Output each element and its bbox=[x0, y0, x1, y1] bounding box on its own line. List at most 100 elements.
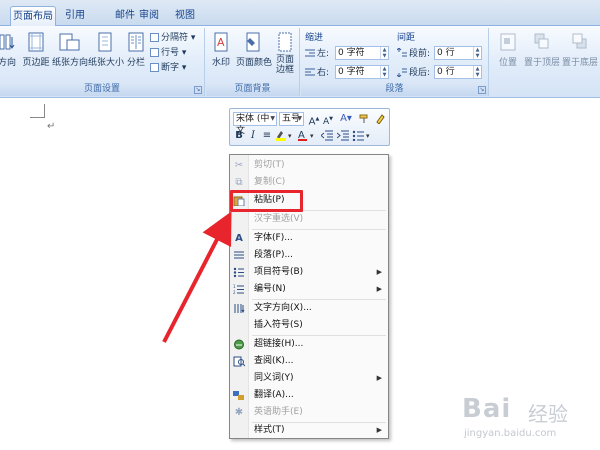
bold-button[interactable]: B bbox=[233, 129, 245, 143]
menu-item-cut[interactable]: ✂ 剪切(T) bbox=[230, 157, 388, 174]
spacing-title: 间距 bbox=[397, 33, 416, 43]
italic-button[interactable]: I bbox=[247, 129, 259, 143]
margins-button[interactable]: 页边距 bbox=[22, 30, 50, 80]
word-window: 页面布局 引用 邮件 审阅 视图 方向 页边距 纸张方向 纸张大小 分栏 分隔符… bbox=[0, 0, 600, 450]
margins-icon bbox=[28, 32, 44, 52]
columns-button[interactable]: 分栏 bbox=[124, 30, 148, 80]
copy-icon: ⧉ bbox=[235, 177, 243, 188]
indent-right-row: 右: 0 字符 ▲ ▼ bbox=[305, 65, 391, 79]
font-name-select[interactable]: 宋体 (中文 ▼ bbox=[233, 112, 277, 136]
page-color-button[interactable]: 页面颜色 bbox=[236, 30, 272, 80]
hyphenation-button[interactable]: 断字 ▾ bbox=[150, 61, 186, 75]
tab-references[interactable]: 引用 bbox=[62, 6, 88, 26]
menu-item-translate[interactable]: 翻译(A)... bbox=[230, 387, 388, 404]
font-size-select[interactable]: 五号 ▼ bbox=[279, 112, 304, 126]
tab-view[interactable]: 视图 bbox=[170, 6, 200, 26]
menu-item-styles[interactable]: 样式(T) ▶ bbox=[230, 422, 388, 439]
ribbon-tab-bar: 页面布局 引用 邮件 审阅 视图 bbox=[0, 0, 600, 27]
paragraph-label: 段落 bbox=[301, 82, 488, 96]
menu-item-hyperlink[interactable]: 超链接(H)... bbox=[230, 336, 388, 353]
numbering-icon: 12 bbox=[233, 284, 245, 295]
watermark-button[interactable]: A 水印 bbox=[208, 30, 234, 80]
group-page-setup: 方向 页边距 纸张方向 纸张大小 分栏 分隔符 ▾ 行号 ▾ 断字 ▾ 页面设置 bbox=[0, 28, 205, 96]
svg-text:▾: ▾ bbox=[366, 132, 370, 140]
increase-indent-icon[interactable] bbox=[336, 129, 350, 143]
text-highlight-icon[interactable]: ▾ bbox=[275, 129, 295, 143]
page-background-label: 页面背景 bbox=[206, 82, 299, 96]
menu-item-insert-symbol[interactable]: 插入符号(S) bbox=[230, 317, 388, 334]
page-setup-label: 页面设置 bbox=[0, 82, 204, 96]
line-numbers-icon bbox=[150, 48, 159, 57]
shrink-font-icon[interactable]: A▼ bbox=[322, 112, 334, 127]
line-numbers-button[interactable]: 行号 ▾ bbox=[150, 46, 186, 60]
breaks-button[interactable]: 分隔符 ▾ bbox=[150, 31, 195, 45]
spacing-before-icon bbox=[396, 46, 407, 58]
page-color-icon bbox=[246, 32, 260, 52]
chevron-down-icon: ▼ bbox=[270, 115, 275, 122]
hyphenation-icon bbox=[150, 63, 159, 72]
page-borders-icon bbox=[278, 32, 292, 52]
group-page-background: A 水印 页面颜色 页面 边框 页面背景 bbox=[206, 28, 300, 96]
page-borders-button[interactable]: 页面 边框 bbox=[272, 30, 298, 80]
menu-item-reconvert[interactable]: 汉字重选(V) bbox=[230, 211, 388, 228]
submenu-arrow-icon: ▶ bbox=[376, 426, 382, 434]
paragraph-mark: ↵ bbox=[47, 121, 56, 132]
position-icon bbox=[500, 33, 516, 51]
menu-item-paragraph[interactable]: 段落(P)... bbox=[230, 247, 388, 264]
tab-page-layout[interactable]: 页面布局 bbox=[10, 6, 56, 27]
spin-arrows-icon[interactable]: ▲ ▼ bbox=[380, 47, 388, 59]
center-align-button[interactable]: ≡ bbox=[261, 129, 273, 143]
send-to-back-icon bbox=[572, 33, 587, 49]
decrease-indent-icon[interactable] bbox=[320, 129, 334, 143]
paper-orientation-button[interactable]: 纸张方向 bbox=[52, 30, 88, 80]
indent-right-icon bbox=[305, 67, 315, 77]
svg-text:A: A bbox=[217, 36, 225, 49]
submenu-arrow-icon: ▶ bbox=[376, 268, 382, 276]
bring-to-front-button[interactable]: 置于顶层 bbox=[524, 30, 560, 80]
margin-corner-mark bbox=[44, 104, 45, 118]
menu-item-synonyms[interactable]: 同义词(Y) ▶ bbox=[230, 370, 388, 387]
orientation-button[interactable]: 方向 bbox=[0, 30, 20, 80]
menu-item-english-assistant[interactable]: ✱ 英语助手(E) bbox=[230, 404, 388, 421]
tab-mailings[interactable]: 邮件 bbox=[112, 6, 138, 26]
menu-item-text-direction[interactable]: 文字方向(X)... bbox=[230, 300, 388, 317]
bullets-icon[interactable]: ▾ bbox=[352, 129, 372, 143]
font-color-icon[interactable]: A ▾ bbox=[297, 129, 317, 143]
spacing-after-input[interactable]: 0 行 ▲ ▼ bbox=[434, 65, 482, 79]
indent-right-input[interactable]: 0 字符 ▲ ▼ bbox=[335, 65, 389, 79]
indent-left-icon bbox=[305, 48, 315, 58]
submenu-arrow-icon: ▶ bbox=[376, 285, 382, 293]
paragraph-launcher-icon[interactable]: ↘ bbox=[478, 86, 486, 94]
spacing-after-icon bbox=[396, 67, 407, 78]
highlight-pen-icon[interactable] bbox=[374, 112, 386, 126]
spin-arrows-icon[interactable]: ▲ ▼ bbox=[473, 47, 481, 59]
tab-review[interactable]: 审阅 bbox=[136, 6, 162, 26]
page-setup-launcher-icon[interactable]: ↘ bbox=[194, 86, 202, 94]
format-painter-icon[interactable] bbox=[358, 112, 370, 126]
spin-arrows-icon[interactable]: ▲ ▼ bbox=[473, 66, 481, 78]
watermark-brand: Bai bbox=[462, 394, 512, 424]
indent-title: 缩进 bbox=[305, 33, 324, 43]
submenu-arrow-icon: ▶ bbox=[376, 374, 382, 382]
menu-item-copy[interactable]: ⧉ 复制(C) bbox=[230, 174, 388, 191]
spacing-before-input[interactable]: 0 行 ▲ ▼ bbox=[434, 46, 482, 60]
position-button[interactable]: 位置 bbox=[494, 30, 522, 80]
english-assistant-icon: ✱ bbox=[234, 407, 244, 418]
hyperlink-icon bbox=[233, 339, 245, 350]
indent-left-row: 左: 0 字符 ▲ ▼ bbox=[305, 46, 391, 60]
spin-arrows-icon[interactable]: ▲ ▼ bbox=[380, 66, 388, 78]
grow-font-icon[interactable]: A▲ bbox=[308, 112, 320, 127]
menu-item-lookup[interactable]: 查阅(K)... bbox=[230, 353, 388, 370]
menu-item-numbering[interactable]: 1 2 编号(N) ▶ bbox=[230, 281, 388, 298]
paper-size-button[interactable]: 纸张大小 bbox=[88, 30, 124, 80]
styles-icon[interactable]: A▾ bbox=[338, 112, 354, 126]
baidu-jingyan-watermark: Bai 经验 jingyan.baidu.com bbox=[460, 392, 598, 447]
menu-item-bullets[interactable]: 项目符号(B) ▶ bbox=[230, 264, 388, 281]
watermark-url: jingyan.baidu.com bbox=[464, 428, 557, 439]
send-to-back-button[interactable]: 置于底层 bbox=[562, 30, 598, 80]
menu-item-font[interactable]: A 字体(F)... bbox=[230, 230, 388, 247]
indent-left-input[interactable]: 0 字符 ▲ ▼ bbox=[335, 46, 389, 60]
columns-icon bbox=[128, 32, 144, 52]
translate-icon bbox=[233, 390, 245, 401]
highlight-box bbox=[230, 190, 303, 212]
